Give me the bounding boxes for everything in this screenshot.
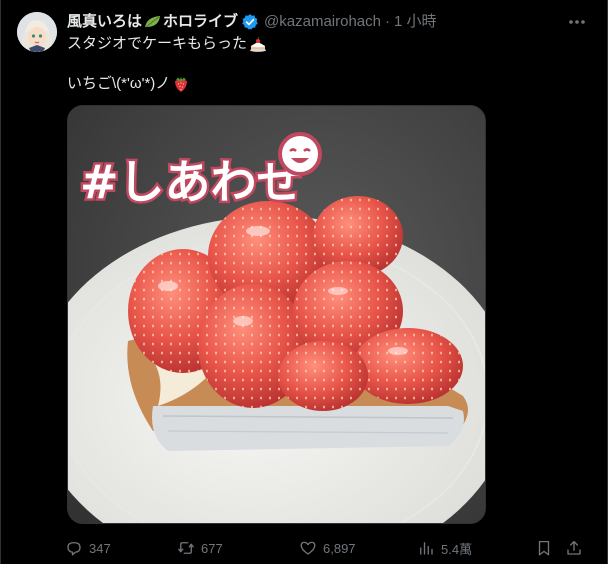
share-icon bbox=[567, 540, 581, 555]
views-chart-icon bbox=[420, 542, 433, 555]
user-handle[interactable]: @kazamairohach bbox=[264, 12, 381, 32]
smile-face-icon bbox=[278, 132, 322, 176]
cake-photo: #しあわせ bbox=[68, 106, 485, 523]
share-button[interactable] bbox=[565, 536, 583, 560]
views-button[interactable]: 5.4萬 bbox=[417, 536, 472, 560]
retweet-button[interactable]: 677 bbox=[177, 536, 223, 560]
tweet-line-2: いちご\(*'ω'*)ノ bbox=[67, 74, 587, 94]
like-button[interactable]: 6,897 bbox=[299, 536, 356, 560]
bookmark-button[interactable] bbox=[535, 536, 553, 560]
verified-badge-icon[interactable] bbox=[241, 13, 259, 31]
like-count: 6,897 bbox=[323, 540, 356, 556]
cake-emoji-icon bbox=[249, 35, 267, 53]
view-count: 5.4萬 bbox=[441, 541, 473, 557]
reply-count: 347 bbox=[89, 540, 111, 556]
leaf-icon bbox=[144, 15, 162, 29]
display-name-suffix[interactable]: ホロライブ bbox=[163, 12, 238, 32]
overlay-text: #しあわせ bbox=[80, 155, 303, 209]
reply-button[interactable]: 347 bbox=[65, 536, 111, 560]
reply-icon bbox=[67, 542, 81, 556]
tweet-image[interactable]: #しあわせ bbox=[67, 105, 486, 524]
strawberry-emoji-icon bbox=[172, 75, 190, 93]
tweet-card: 風真いろは ホロライブ @kazamairohach · 1 小時 スタジオでケ… bbox=[0, 0, 608, 564]
more-options-button[interactable] bbox=[567, 12, 587, 32]
tweet-text: スタジオでケーキもらった いちご\(*'ω'*)ノ bbox=[67, 34, 587, 94]
bookmark-icon bbox=[538, 540, 550, 556]
more-dots-icon bbox=[569, 20, 585, 24]
avatar-image bbox=[17, 12, 57, 52]
tweet-header: 風真いろは ホロライブ @kazamairohach · 1 小時 bbox=[67, 12, 437, 32]
display-name[interactable]: 風真いろは bbox=[67, 12, 142, 32]
heart-icon bbox=[300, 541, 316, 555]
timestamp[interactable]: 1 小時 bbox=[394, 12, 437, 32]
retweet-icon bbox=[177, 542, 195, 554]
tweet-line-2-text: いちご\(*'ω'*)ノ bbox=[67, 75, 171, 92]
tweet-line-1: スタジオでケーキもらった bbox=[67, 34, 587, 54]
retweet-count: 677 bbox=[201, 540, 223, 556]
tweet-actions: 347 677 6,897 5.4萬 bbox=[61, 536, 591, 560]
avatar[interactable] bbox=[17, 12, 57, 52]
separator-dot: · bbox=[384, 13, 390, 30]
tweet-line-1-text: スタジオでケーキもらった bbox=[67, 35, 248, 52]
